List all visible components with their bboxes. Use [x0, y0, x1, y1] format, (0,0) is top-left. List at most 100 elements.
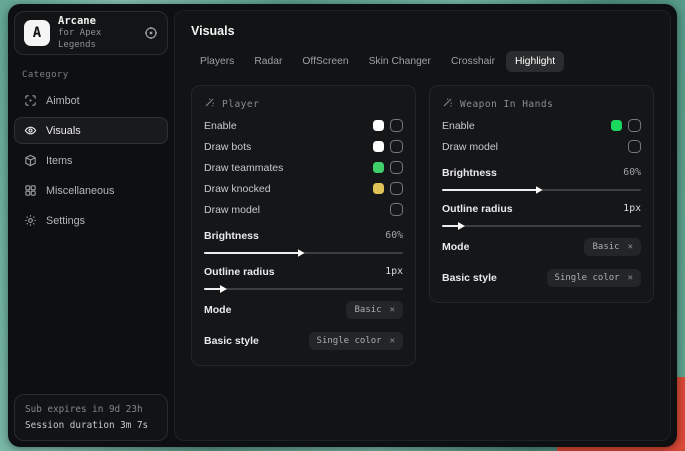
sidebar-item-visuals[interactable]: Visuals — [14, 117, 168, 144]
tab-radar[interactable]: Radar — [245, 51, 291, 72]
color-swatch[interactable] — [611, 120, 622, 131]
select-label: Mode — [442, 241, 584, 253]
outline-radius-slider-row: Outline radius 1px — [204, 263, 403, 290]
slider-thumb[interactable] — [220, 285, 227, 293]
toggle-row-draw-knocked: Draw knocked — [204, 178, 403, 199]
slider-thumb[interactable] — [536, 186, 543, 194]
weapon-in-hands-panel: Weapon In Hands Enable Draw model Bright… — [429, 85, 654, 303]
color-swatch[interactable] — [373, 120, 384, 131]
slider-value: 60% — [623, 167, 641, 178]
slider-track[interactable] — [204, 288, 403, 290]
subscription-info-card: Sub expires in 9d 23h Session duration 3… — [14, 394, 168, 441]
slider-value: 1px — [385, 266, 403, 277]
sidebar: A Arcane for Apex Legends Category — [8, 4, 172, 447]
tag-label: Single color — [555, 273, 620, 283]
weapon-panel-header: Weapon In Hands — [442, 97, 641, 111]
tabs-bar: Players Radar OffScreen Skin Changer Cro… — [191, 51, 654, 72]
toggle-label: Draw model — [204, 204, 390, 216]
mode-tag[interactable]: Basic ✕ — [584, 238, 641, 256]
sidebar-item-items[interactable]: Items — [14, 147, 168, 174]
slider-track[interactable] — [442, 189, 641, 191]
tab-crosshair[interactable]: Crosshair — [442, 51, 504, 72]
sidebar-item-settings[interactable]: Settings — [14, 207, 168, 234]
checkbox[interactable] — [390, 140, 403, 153]
toggle-label: Draw teammates — [204, 162, 373, 174]
basic-style-tag[interactable]: Single color ✕ — [547, 269, 641, 287]
slider-label: Outline radius — [204, 266, 385, 278]
slider-value: 1px — [623, 203, 641, 214]
panel-title: Player — [222, 99, 259, 110]
app-name: Arcane — [58, 15, 136, 28]
player-panel-header: Player — [204, 97, 403, 111]
toggle-row-draw-model: Draw model — [204, 199, 403, 220]
brightness-slider-row: Brightness 60% — [442, 164, 641, 191]
session-duration-text: Session duration 3m 7s — [25, 418, 157, 433]
sidebar-item-label: Miscellaneous — [46, 185, 114, 197]
sidebar-nav: Aimbot Visuals Items — [14, 87, 168, 234]
tab-players[interactable]: Players — [191, 51, 243, 72]
checkbox[interactable] — [628, 119, 641, 132]
layout-grid-icon — [24, 184, 37, 197]
color-swatch[interactable] — [373, 141, 384, 152]
slider-thumb[interactable] — [298, 249, 305, 257]
toggle-label: Draw bots — [204, 141, 373, 153]
slider-thumb[interactable] — [458, 222, 465, 230]
toggle-label: Draw knocked — [204, 183, 373, 195]
slider-track[interactable] — [204, 252, 403, 254]
slider-label: Brightness — [442, 167, 623, 179]
brightness-slider-row: Brightness 60% — [204, 227, 403, 254]
color-swatch[interactable] — [373, 183, 384, 194]
select-label: Basic style — [442, 272, 547, 284]
sidebar-item-aimbot[interactable]: Aimbot — [14, 87, 168, 114]
slider-label: Outline radius — [442, 203, 623, 215]
slider-track[interactable] — [442, 225, 641, 227]
app-logo: A — [24, 20, 50, 46]
toggle-label: Enable — [204, 120, 373, 132]
remove-tag-icon[interactable]: ✕ — [628, 273, 633, 283]
app-meta: Arcane for Apex Legends — [58, 15, 136, 51]
page-title: Visuals — [191, 24, 654, 38]
mode-select-row: Mode Basic ✕ — [204, 299, 403, 321]
remove-tag-icon[interactable]: ✕ — [390, 305, 395, 315]
toggle-row-draw-model: Draw model — [442, 136, 641, 157]
tag-label: Single color — [317, 336, 382, 346]
panel-title: Weapon In Hands — [460, 99, 553, 110]
basic-style-select-row: Basic style Single color ✕ — [442, 267, 641, 289]
sidebar-item-miscellaneous[interactable]: Miscellaneous — [14, 177, 168, 204]
toggle-row-draw-teammates: Draw teammates — [204, 157, 403, 178]
toggle-row-enable: Enable — [204, 115, 403, 136]
magic-wand-icon — [442, 97, 453, 111]
select-label: Mode — [204, 304, 346, 316]
toggle-label: Enable — [442, 120, 611, 132]
target-icon[interactable] — [144, 26, 158, 40]
outline-radius-slider-row: Outline radius 1px — [442, 200, 641, 227]
checkbox[interactable] — [390, 161, 403, 174]
checkbox[interactable] — [390, 203, 403, 216]
checkbox[interactable] — [390, 182, 403, 195]
tab-skin-changer[interactable]: Skin Changer — [360, 51, 440, 72]
select-label: Basic style — [204, 335, 309, 347]
remove-tag-icon[interactable]: ✕ — [390, 336, 395, 346]
toggle-row-enable: Enable — [442, 115, 641, 136]
app-subtitle: for Apex Legends — [58, 28, 136, 51]
mode-tag[interactable]: Basic ✕ — [346, 301, 403, 319]
sub-expires-text: Sub expires in 9d 23h — [25, 402, 157, 417]
category-label: Category — [22, 70, 168, 80]
tab-offscreen[interactable]: OffScreen — [293, 51, 357, 72]
app-window: A Arcane for Apex Legends Category — [8, 4, 677, 447]
gear-icon — [24, 214, 37, 227]
tab-highlight[interactable]: Highlight — [506, 51, 564, 72]
checkbox[interactable] — [628, 140, 641, 153]
toggle-label: Draw model — [442, 141, 628, 153]
remove-tag-icon[interactable]: ✕ — [628, 242, 633, 252]
cube-icon — [24, 154, 37, 167]
checkbox[interactable] — [390, 119, 403, 132]
sidebar-item-label: Settings — [46, 215, 85, 227]
slider-label: Brightness — [204, 230, 385, 242]
sidebar-item-label: Aimbot — [46, 95, 80, 107]
basic-style-tag[interactable]: Single color ✕ — [309, 332, 403, 350]
player-panel: Player Enable Draw bots Draw teammates — [191, 85, 416, 366]
app-header-card: A Arcane for Apex Legends — [14, 11, 168, 55]
color-swatch[interactable] — [373, 162, 384, 173]
basic-style-select-row: Basic style Single color ✕ — [204, 330, 403, 352]
